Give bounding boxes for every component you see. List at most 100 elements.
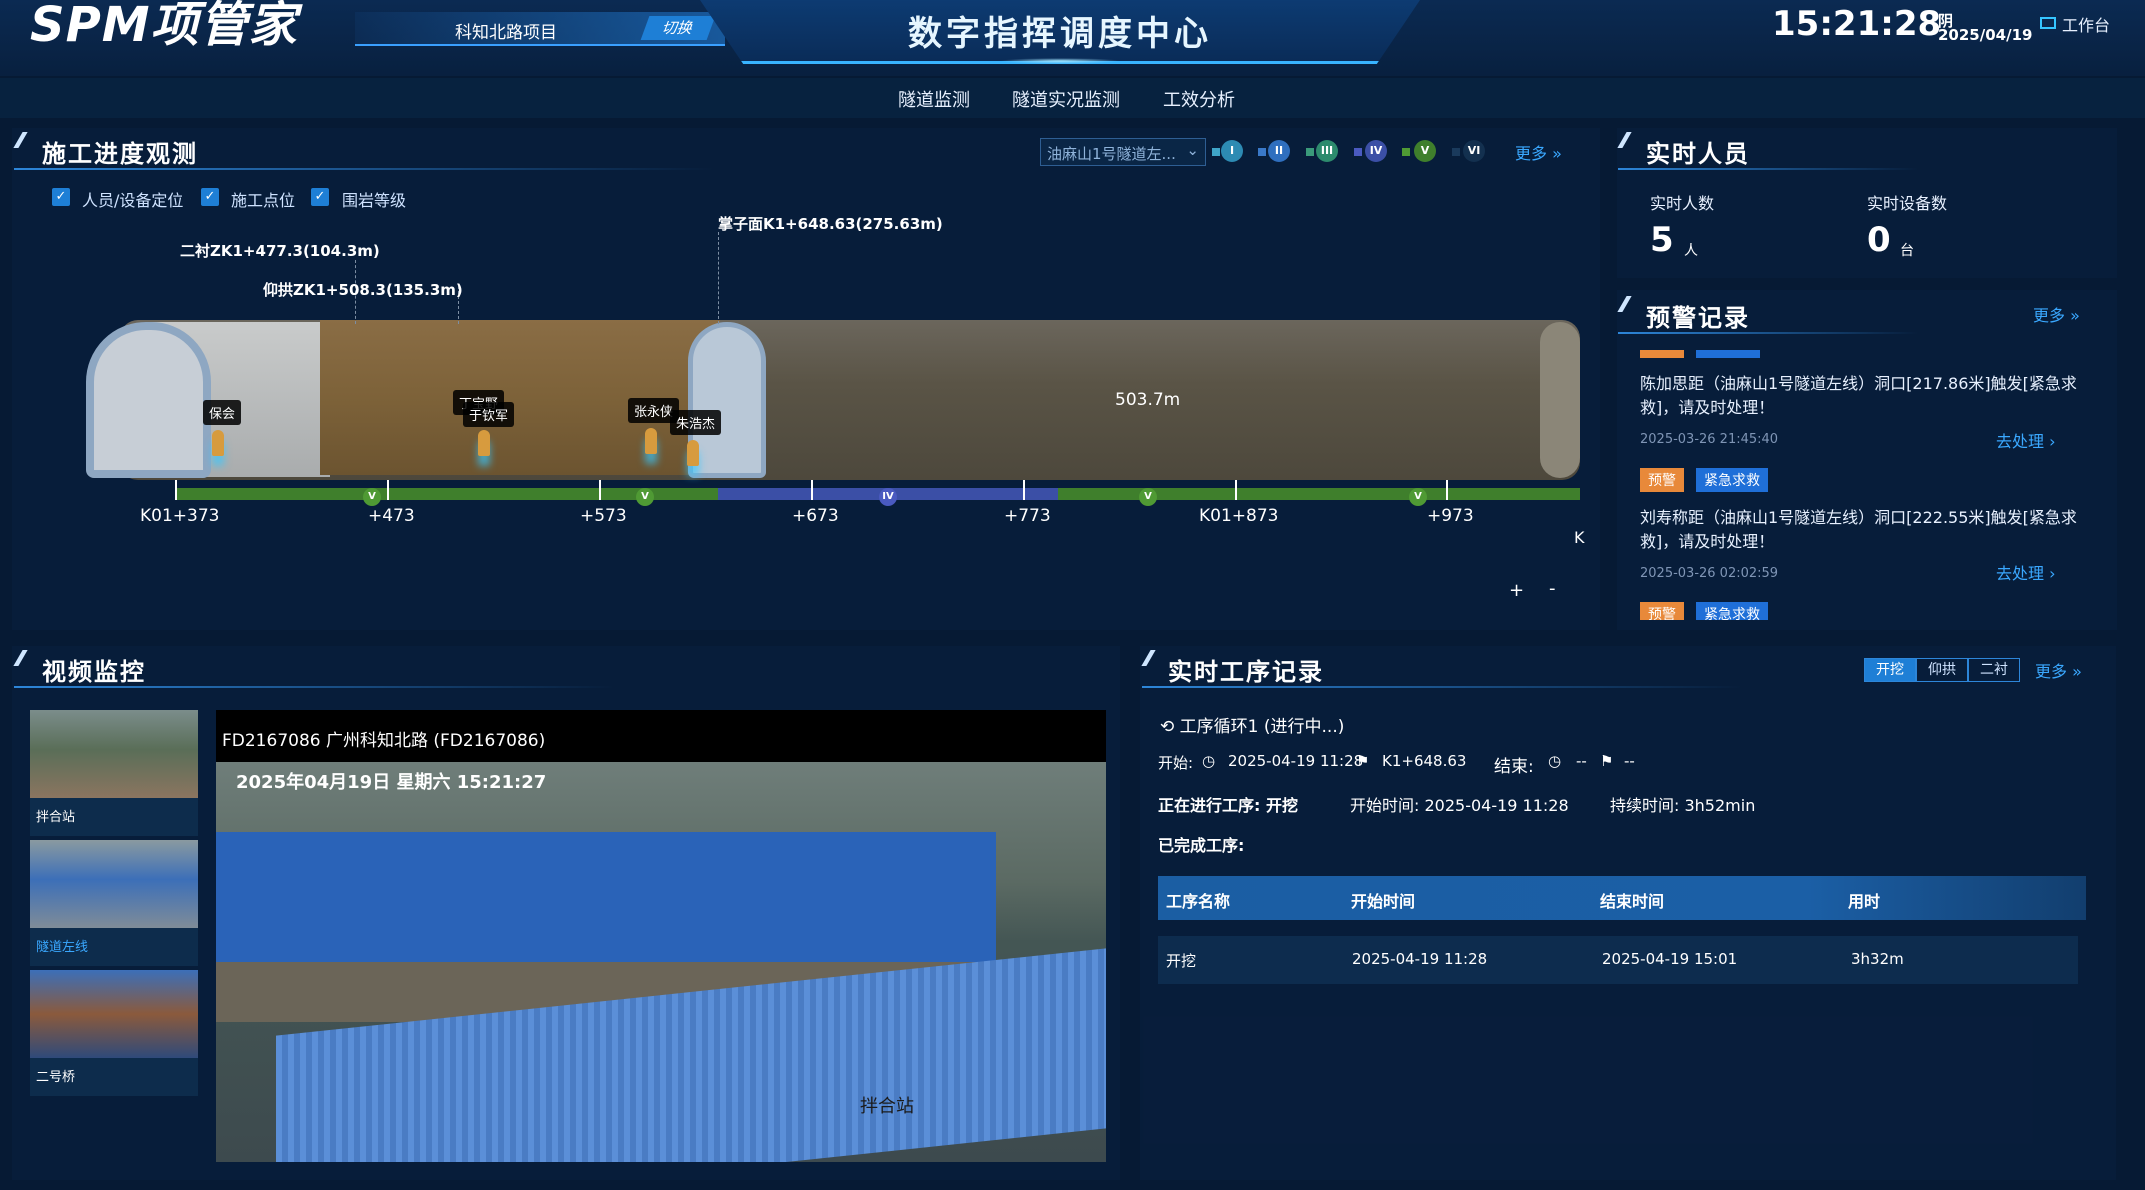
warning-time: 2025-03-26 21:45:40	[1640, 432, 1779, 447]
tab-efficiency[interactable]: 工效分析	[1163, 86, 1235, 112]
zoom-in-button[interactable]: +	[1509, 580, 1524, 601]
person-marker[interactable]	[212, 430, 224, 456]
tunnel-select[interactable]: 油麻山1号隧道左... ⌄	[1040, 138, 1206, 166]
grade-II[interactable]: II	[1268, 140, 1290, 162]
scale-grade-dot: V	[363, 488, 381, 506]
invert-marker: 仰拱ZK1+508.3(135.3m)	[263, 281, 463, 299]
end-time: --	[1576, 752, 1587, 770]
tick-label: +673	[792, 506, 839, 526]
scale-tick	[1446, 480, 1448, 500]
tunnel-face	[688, 322, 766, 478]
scale-end-label: K	[1574, 528, 1585, 547]
video-thumb[interactable]: 二号桥	[30, 970, 198, 1096]
done-label: 已完成工序:	[1158, 836, 1245, 855]
cycle-icon: ⟲	[1160, 717, 1180, 737]
person-marker[interactable]	[687, 440, 699, 466]
handle-label: 去处理	[1996, 432, 2045, 451]
scale-grade-dot: V	[1409, 488, 1427, 506]
current-duration: 持续时间: 3h52min	[1610, 796, 1756, 815]
more-label: 更多	[1515, 144, 1548, 163]
start-position: K1+648.63	[1382, 752, 1467, 770]
grade-swatch	[1212, 148, 1220, 156]
tick-label: K01+373	[140, 506, 220, 526]
project-selector[interactable]: 科知北路项目 切换	[355, 12, 725, 46]
face-marker: 掌子面K1+648.63(275.63m)	[718, 215, 943, 233]
warning-title: 预警记录	[1646, 304, 1750, 332]
person-marker[interactable]	[478, 430, 490, 456]
checkbox-rock-grade[interactable]: ✓	[311, 188, 329, 206]
tab-tunnel-monitor[interactable]: 隧道监测	[898, 86, 970, 112]
thumb-label: 二号桥	[36, 1070, 76, 1085]
tunnel-select-value: 油麻山1号隧道左...	[1047, 145, 1176, 163]
video-thumb-active[interactable]: 隧道左线	[30, 840, 198, 966]
video-thumb[interactable]: 拌合站	[30, 710, 198, 836]
title-underline	[1618, 332, 1918, 334]
current-process: 正在进行工序: 开挖	[1158, 796, 1298, 815]
title-underline	[14, 686, 614, 688]
tick-label: +773	[1004, 506, 1051, 526]
person-tag: 朱浩杰	[670, 410, 722, 435]
tick-label: +573	[580, 506, 627, 526]
warning-text: 刘寿称距（油麻山1号隧道左线）洞口[222.55米]触发[紧急求救]，请及时处理…	[1640, 508, 2077, 551]
grade-V[interactable]: V	[1414, 140, 1436, 162]
lining-marker: 二衬ZK1+477.3(104.3m)	[180, 242, 380, 260]
cycle-label: 工序循环1 (进行中...)	[1179, 717, 1345, 737]
chevron-down-icon: ⌄	[1186, 141, 1199, 159]
grade-I[interactable]: I	[1221, 140, 1243, 162]
more-label: 更多	[2033, 306, 2066, 325]
title-underline	[1142, 686, 1742, 688]
title-glow	[1000, 58, 1120, 64]
flag-icon: ⚑	[1600, 752, 1614, 770]
handle-warning-link[interactable]: 去处理 ›	[1996, 560, 2056, 584]
project-name: 科知北路项目	[455, 23, 557, 43]
tunnel-end	[1540, 322, 1580, 478]
tick-label: K01+873	[1199, 506, 1279, 526]
title-underline	[14, 168, 714, 170]
person-tag: 保会	[203, 400, 242, 425]
grade-swatch	[1402, 148, 1410, 156]
grade-swatch	[1258, 148, 1266, 156]
scale-tick	[811, 480, 813, 500]
checkbox-construction-point[interactable]: ✓	[201, 188, 219, 206]
cell-end: 2025-04-19 15:01	[1602, 950, 1738, 968]
video-title: 视频监控	[42, 658, 146, 686]
monitor-icon[interactable]	[2040, 17, 2056, 29]
checkbox-personnel[interactable]: ✓	[52, 188, 70, 206]
people-count: 5	[1650, 220, 1674, 260]
warning-more-link[interactable]: 更多 »	[2033, 302, 2080, 326]
end-label: 结束:	[1494, 757, 1534, 777]
person-marker[interactable]	[645, 428, 657, 454]
more-label: 更多	[2035, 662, 2068, 681]
segment-excavation[interactable]: 开挖	[1864, 658, 1916, 682]
scale-tick	[599, 480, 601, 500]
segment-lining[interactable]: 二衬	[1968, 658, 2020, 682]
person-tag: 于钦军	[463, 402, 515, 427]
scale-tick	[1023, 480, 1025, 500]
grade-III[interactable]: III	[1316, 140, 1338, 162]
thumb-label: 拌合站	[36, 810, 76, 825]
start-label: 开始:	[1158, 754, 1194, 772]
video-header: FD2167086 广州科知北路 (FD2167086)	[222, 731, 546, 751]
progress-more-link[interactable]: 更多 »	[1515, 140, 1562, 164]
zoom-out-button[interactable]: -	[1549, 578, 1556, 599]
emergency-tag: 紧急求救	[1696, 468, 1768, 492]
handle-warning-link[interactable]: 去处理 ›	[1996, 428, 2056, 452]
video-camera-name: 拌合站	[860, 1096, 914, 1117]
col-duration: 用时	[1848, 892, 1881, 911]
process-more-link[interactable]: 更多 »	[2035, 658, 2082, 682]
grade-swatch	[1306, 148, 1314, 156]
tab-tunnel-live[interactable]: 隧道实况监测	[1012, 86, 1120, 112]
thumb-image	[30, 710, 198, 798]
grade-VI[interactable]: VI	[1463, 140, 1485, 162]
warning-tag: 预警	[1640, 468, 1684, 492]
thumb-image	[30, 840, 198, 928]
grade-IV[interactable]: IV	[1365, 140, 1387, 162]
segment-invert[interactable]: 仰拱	[1916, 658, 1968, 682]
scale-tick	[387, 480, 389, 500]
scale-grade-dot: V	[636, 488, 654, 506]
double-chevron-icon: »	[2070, 306, 2080, 325]
workbench-link[interactable]: 工作台	[2062, 12, 2110, 36]
scale-grade-dot: IV	[879, 488, 897, 506]
scale-tick	[175, 480, 177, 500]
scale-grade-dot: V	[1139, 488, 1157, 506]
